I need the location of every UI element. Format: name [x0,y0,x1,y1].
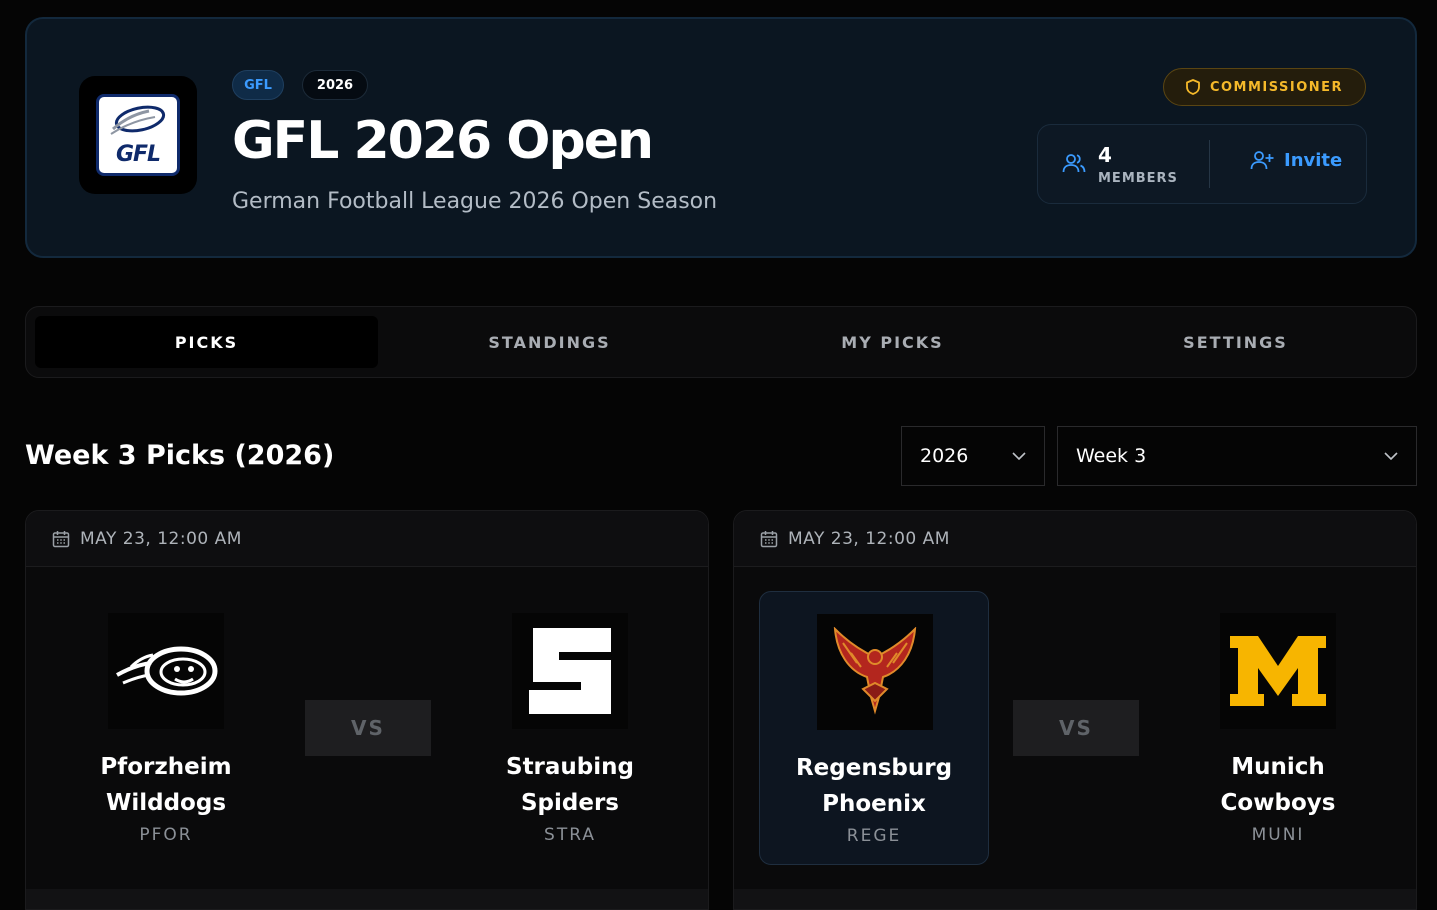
game-card: MAY 23, 12:00 AM Regensburg Phoenix REGE… [733,510,1417,910]
team-name-line: Straubing [506,754,634,780]
league-tabs: PICKS STANDINGS MY PICKS SETTINGS [25,306,1417,378]
tab-my-picks[interactable]: MY PICKS [721,316,1064,368]
season-select-value: 2026 [920,445,969,467]
team-name: Munich Cowboys [1163,749,1393,821]
calendar-icon [760,530,778,547]
team-name-line: Wilddogs [105,790,227,816]
team-name-line: Spiders [520,790,619,816]
team-option-pforzheim[interactable]: Pforzheim Wilddogs PFOR [51,591,281,865]
game-datetime: MAY 23, 12:00 AM [788,528,950,549]
team-option-regensburg[interactable]: Regensburg Phoenix REGE [759,591,989,865]
team-abbreviation: PFOR [139,825,193,845]
letter-s-logo-icon [529,628,611,714]
team-name: Straubing Spiders [455,749,685,821]
game-card: MAY 23, 12:00 AM Pforzheim Wilddogs PFOR… [25,510,709,910]
phoenix-logo-icon [833,627,917,715]
team-name: Pforzheim Wilddogs [51,749,281,821]
tab-settings[interactable]: SETTINGS [1064,316,1407,368]
chevron-down-icon [1012,452,1026,460]
calendar-icon [52,530,70,547]
team-logo [512,613,628,729]
invite-label: Invite [1284,149,1343,171]
league-subtitle: German Football League 2026 Open Season [232,189,718,214]
game-datetime: MAY 23, 12:00 AM [80,528,242,549]
commissioner-label: COMMISSIONER [1209,79,1344,95]
invite-button[interactable]: Invite [1250,149,1342,171]
chevron-down-icon [1384,452,1398,460]
week-select[interactable]: Week 3 [1057,426,1417,486]
week-picks-heading: Week 3 Picks (2026) [25,440,335,471]
season-year-badge: 2026 [302,70,368,100]
members-divider [1209,140,1210,188]
vs-separator: VS [305,700,431,756]
league-logo-text: GFL [115,142,161,167]
shield-icon [1186,79,1200,95]
vs-separator: VS [1013,700,1139,756]
team-option-straubing[interactable]: Straubing Spiders STRA [455,591,685,865]
members-panel: 4 MEMBERS Invite [1037,124,1367,204]
user-plus-icon [1250,151,1274,170]
page-title: GFL 2026 Open [232,111,654,171]
users-icon [1062,154,1086,173]
team-name-line: Pforzheim [100,754,232,780]
team-logo [1220,613,1336,729]
team-name-line: Munich [1231,754,1325,780]
game-header: MAY 23, 12:00 AM [26,511,708,567]
league-tag-badge: GFL [232,70,284,100]
bulldog-logo-icon [116,646,218,696]
team-name-line: Phoenix [822,791,926,817]
team-abbreviation: REGE [846,826,902,846]
league-logo-inner: GFL [96,94,180,176]
tab-standings[interactable]: STANDINGS [378,316,721,368]
league-logo: GFL [79,76,197,194]
team-name: Regensburg Phoenix [760,750,988,822]
football-icon [110,105,166,135]
team-name-line: Cowboys [1220,790,1336,816]
tab-picks[interactable]: PICKS [35,316,378,368]
team-abbreviation: STRA [544,825,596,845]
game-header: MAY 23, 12:00 AM [734,511,1416,567]
members-label: MEMBERS [1098,171,1178,186]
team-name-line: Regensburg [795,755,953,781]
team-logo [817,614,933,730]
league-header-card: GFL GFL 2026 GFL 2026 Open German Footba… [25,17,1417,258]
members-count: 4 [1098,143,1112,167]
team-option-munich[interactable]: Munich Cowboys MUNI [1163,591,1393,865]
game-footer [734,889,1416,909]
commissioner-badge: COMMISSIONER [1163,68,1366,106]
letter-m-logo-icon [1230,636,1326,706]
game-footer [26,889,708,909]
week-select-value: Week 3 [1076,445,1147,467]
team-abbreviation: MUNI [1251,825,1305,845]
season-select[interactable]: 2026 [901,426,1045,486]
team-logo [108,613,224,729]
